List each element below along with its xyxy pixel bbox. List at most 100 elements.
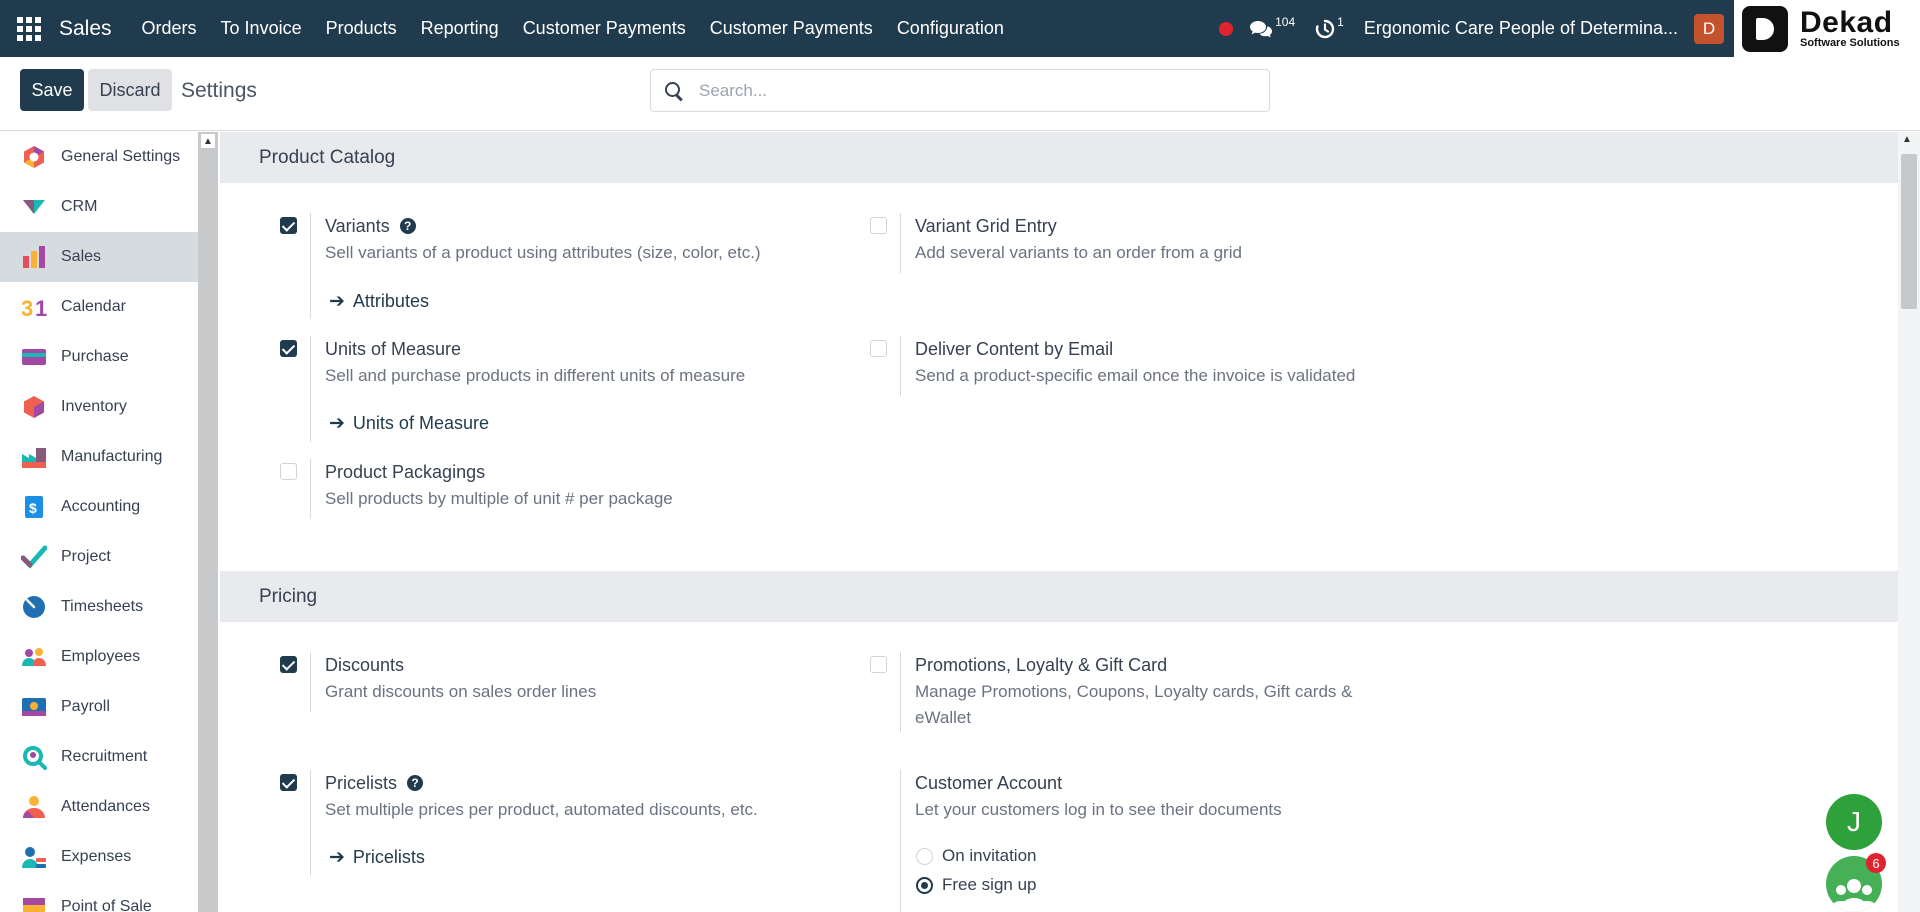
scroll-up-icon[interactable]: ▲ — [1902, 134, 1912, 145]
activities-count: 1 — [1337, 14, 1344, 29]
sidebar-item-project[interactable]: Project — [0, 532, 198, 582]
recording-indicator-icon[interactable] — [1219, 21, 1234, 36]
company-switcher[interactable]: Ergonomic Care People of Determina... — [1364, 18, 1678, 39]
deliver-email-checkbox[interactable] — [870, 340, 887, 357]
chat-badge: 6 — [1866, 853, 1886, 873]
sidebar-item-inventory[interactable]: Inventory — [0, 382, 198, 432]
deliver-email-title: Deliver Content by Email — [915, 339, 1114, 359]
app-brand[interactable]: Sales — [59, 17, 112, 41]
pricelists-title: Pricelists? — [325, 773, 424, 794]
menu-to-invoice[interactable]: To Invoice — [209, 0, 314, 57]
payroll-icon — [22, 698, 46, 716]
employees-icon — [22, 648, 46, 666]
partner-logo-name: Dekad — [1800, 5, 1893, 39]
inventory-icon — [24, 396, 44, 418]
settings-search — [650, 69, 1270, 112]
attributes-link[interactable]: ➔ Attributes — [329, 290, 429, 313]
purchase-icon — [22, 349, 46, 365]
scroll-thumb[interactable] — [1901, 154, 1917, 309]
menu-products[interactable]: Products — [314, 0, 409, 57]
sidebar-item-calendar[interactable]: 3 1 Calendar — [0, 282, 198, 332]
clock-activity-icon — [1315, 19, 1335, 38]
sidebar-item-label: Manufacturing — [61, 448, 163, 465]
partner-logo-tagline: Software Solutions — [1800, 36, 1900, 49]
sidebar-scrollbar[interactable]: ▲ — [198, 132, 218, 912]
svg-text:$: $ — [29, 500, 37, 516]
discounts-checkbox[interactable] — [280, 656, 297, 673]
search-icon — [663, 80, 685, 102]
sales-icon — [23, 246, 45, 268]
project-icon — [21, 545, 47, 569]
crm-icon — [23, 200, 45, 214]
radio-on-invitation[interactable] — [916, 848, 933, 865]
variant-grid-checkbox[interactable] — [870, 217, 887, 234]
main-scrollbar[interactable]: ▲ — [1898, 132, 1920, 912]
activity-menu[interactable]: 1 — [1315, 15, 1344, 39]
sidebar-item-attendances[interactable]: Attendances — [0, 782, 198, 832]
uom-checkbox[interactable] — [280, 340, 297, 357]
user-avatar[interactable]: D — [1694, 13, 1724, 44]
help-icon[interactable]: ? — [399, 218, 416, 234]
arrow-right-icon: ➔ — [329, 847, 345, 868]
sidebar-item-label: Employees — [61, 648, 141, 665]
help-icon[interactable]: ? — [407, 775, 424, 791]
menu-reporting[interactable]: Reporting — [409, 0, 511, 57]
section-product-catalog: Product Catalog — [220, 132, 1898, 183]
radio-free-sign-up[interactable] — [916, 877, 933, 894]
save-button[interactable]: Save — [20, 69, 84, 111]
menu-customer-payments[interactable]: Customer Payments — [511, 0, 698, 57]
sidebar-item-label: Expenses — [61, 848, 132, 865]
settings-main: Product Catalog Variants? Sell variants … — [220, 132, 1898, 912]
assistant-button[interactable]: J — [1826, 794, 1882, 850]
sidebar-item-point-of-sale[interactable]: Point of Sale — [0, 882, 198, 912]
settings-app-sidebar: General Settings CRM Sales 3 1 Calendar … — [0, 132, 198, 912]
messaging-menu[interactable]: 104 — [1249, 15, 1295, 39]
manufacturing-icon — [22, 448, 46, 468]
search-input[interactable] — [699, 80, 1239, 101]
variant-grid-title: Variant Grid Entry — [915, 216, 1057, 236]
sidebar-item-manufacturing[interactable]: Manufacturing — [0, 432, 198, 482]
arrow-right-icon: ➔ — [329, 291, 345, 312]
scroll-up-icon[interactable]: ▲ — [201, 134, 215, 148]
section-pricing: Pricing — [220, 571, 1898, 622]
sidebar-item-recruitment[interactable]: Recruitment — [0, 732, 198, 782]
pricelists-checkbox[interactable] — [280, 774, 297, 791]
sidebar-item-payroll[interactable]: Payroll — [0, 682, 198, 732]
pricelists-link[interactable]: ➔ Pricelists — [329, 846, 425, 869]
sidebar-item-label: Point of Sale — [61, 898, 152, 912]
sidebar-item-label: General Settings — [61, 148, 181, 165]
sidebar-item-crm[interactable]: CRM — [0, 182, 198, 232]
chat-bubbles-icon — [1250, 20, 1273, 37]
packagings-desc: Sell products by multiple of unit # per … — [325, 489, 673, 508]
customer-account-title: Customer Account — [915, 773, 1063, 793]
sidebar-item-employees[interactable]: Employees — [0, 632, 198, 682]
sidebar-item-timesheets[interactable]: Timesheets — [0, 582, 198, 632]
menu-configuration[interactable]: Configuration — [885, 0, 1016, 57]
variants-desc: Sell variants of a product using attribu… — [325, 243, 761, 262]
sidebar-item-expenses[interactable]: Expenses — [0, 832, 198, 882]
sidebar-item-label: Timesheets — [61, 598, 144, 615]
packagings-checkbox[interactable] — [280, 463, 297, 480]
variants-title: Variants? — [325, 216, 416, 237]
promotions-checkbox[interactable] — [870, 656, 887, 673]
uom-link[interactable]: ➔ Units of Measure — [329, 412, 489, 435]
sidebar-item-general-settings[interactable]: General Settings — [0, 132, 198, 182]
sidebar-item-label: Inventory — [61, 398, 127, 415]
uom-title: Units of Measure — [325, 339, 462, 359]
accounting-icon: $ — [25, 496, 43, 518]
sidebar-item-purchase[interactable]: Purchase — [0, 332, 198, 382]
sidebar-item-label: Recruitment — [61, 748, 148, 765]
menu-customer-payments-2[interactable]: Customer Payments — [698, 0, 885, 57]
menu-orders[interactable]: Orders — [130, 0, 209, 57]
app-switcher-icon[interactable] — [17, 16, 41, 41]
sidebar-item-label: Sales — [61, 248, 102, 265]
sidebar-item-label: Calendar — [61, 298, 126, 315]
point-of-sale-icon — [23, 898, 45, 912]
sidebar-item-accounting[interactable]: $ Accounting — [0, 482, 198, 532]
variants-checkbox[interactable] — [280, 217, 297, 234]
sidebar-item-sales[interactable]: Sales — [0, 232, 198, 282]
timesheets-icon — [23, 596, 45, 618]
discard-button[interactable]: Discard — [88, 69, 172, 111]
uom-desc: Sell and purchase products in different … — [325, 366, 746, 385]
recruitment-icon — [23, 746, 47, 770]
